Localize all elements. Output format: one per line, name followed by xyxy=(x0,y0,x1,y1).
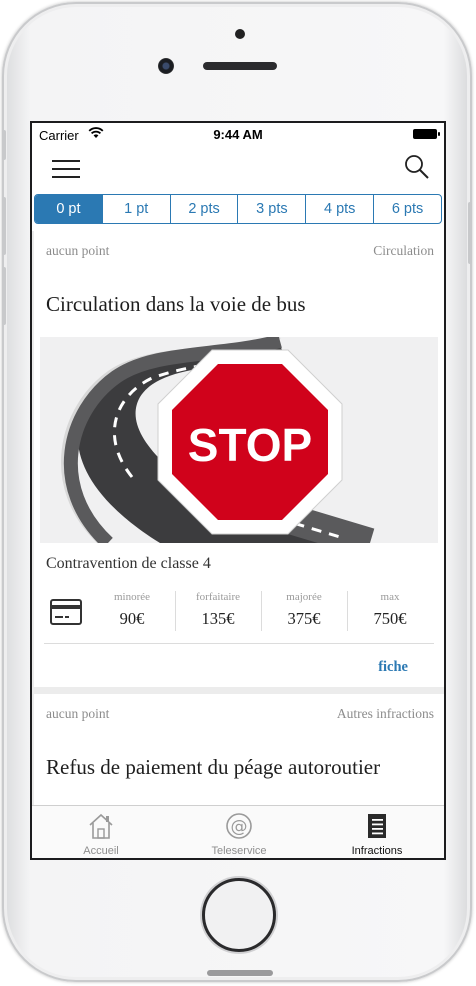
tab-infractions[interactable]: Infractions xyxy=(308,806,444,858)
volume-up-button xyxy=(2,197,6,255)
price-minoree: minorée 90€ xyxy=(89,589,175,629)
tab-label: Accueil xyxy=(83,845,119,857)
price-forfaitaire: forfaitaire 135€ xyxy=(175,589,261,629)
card-divider xyxy=(44,643,434,644)
fine-amounts: minorée 90€ forfaitaire 135€ majorée 375… xyxy=(34,589,444,637)
price-value: 375€ xyxy=(287,609,321,628)
tab-bar: Accueil @ Teleservice Infractions xyxy=(32,805,444,858)
navigation-bar xyxy=(32,147,444,189)
points-label: aucun point xyxy=(46,243,110,258)
at-sign-icon: @ xyxy=(226,813,252,839)
price-label: forfaitaire xyxy=(196,591,240,603)
app-screen: Carrier 9:44 AM 0 pt 1 pt 2 pts 3 pts 4 … xyxy=(30,121,446,860)
points-label: aucun point xyxy=(46,706,110,721)
battery-icon xyxy=(413,129,440,139)
search-icon[interactable] xyxy=(404,154,430,180)
category-label: Autres infractions xyxy=(336,706,434,721)
contravention-class: Contravention de classe 4 xyxy=(46,555,211,572)
price-max: max 750€ xyxy=(347,589,433,629)
points-segmented-control: 0 pt 1 pt 2 pts 3 pts 4 pts 6 pts xyxy=(34,194,442,224)
infraction-title: Refus de paiement du péage autoroutier xyxy=(46,755,381,779)
price-value: 135€ xyxy=(201,609,235,628)
infraction-card[interactable]: aucun point Autres infractions Refus de … xyxy=(34,694,444,805)
home-button[interactable] xyxy=(202,878,276,952)
segment-4-pts[interactable]: 4 pts xyxy=(305,195,373,223)
document-list-icon xyxy=(368,814,386,838)
segment-3-pts[interactable]: 3 pts xyxy=(237,195,305,223)
credit-card-icon xyxy=(50,599,82,625)
price-label: max xyxy=(380,591,400,603)
clock: 9:44 AM xyxy=(213,127,263,142)
tab-label: Teleservice xyxy=(211,845,267,857)
price-value: 90€ xyxy=(119,609,145,628)
segment-2-pts[interactable]: 2 pts xyxy=(169,195,238,223)
power-button xyxy=(468,202,472,264)
proximity-sensor xyxy=(235,29,245,39)
price-majoree: majorée 375€ xyxy=(261,589,347,629)
infractions-list[interactable]: aucun point Circulation Circulation dans… xyxy=(32,231,444,805)
fiche-link[interactable]: fiche xyxy=(378,659,408,676)
volume-down-button xyxy=(2,267,6,325)
infraction-title: Circulation dans la voie de bus xyxy=(46,292,306,316)
tab-accueil[interactable]: Accueil xyxy=(32,806,170,858)
mute-switch xyxy=(2,130,6,160)
stop-sign-road-illustration: STOP xyxy=(40,334,438,558)
hamburger-menu-icon[interactable] xyxy=(52,160,80,180)
price-value: 750€ xyxy=(373,609,407,628)
status-bar: Carrier 9:44 AM xyxy=(32,123,444,147)
price-label: majorée xyxy=(286,591,322,603)
category-label: Circulation xyxy=(373,243,434,258)
earpiece-speaker xyxy=(203,62,277,70)
infraction-card[interactable]: aucun point Circulation Circulation dans… xyxy=(34,231,444,687)
bottom-edge xyxy=(207,970,273,976)
segment-1-pt[interactable]: 1 pt xyxy=(101,195,170,223)
front-camera xyxy=(158,58,174,74)
svg-text:@: @ xyxy=(231,817,248,837)
tab-teleservice[interactable]: @ Teleservice xyxy=(170,806,308,858)
stop-sign-text: STOP xyxy=(188,419,312,471)
tab-label: Infractions xyxy=(351,845,403,857)
home-icon xyxy=(89,813,113,839)
price-label: minorée xyxy=(113,591,151,603)
segment-0-pt[interactable]: 0 pt xyxy=(35,195,102,223)
segment-6-pts[interactable]: 6 pts xyxy=(373,195,441,223)
